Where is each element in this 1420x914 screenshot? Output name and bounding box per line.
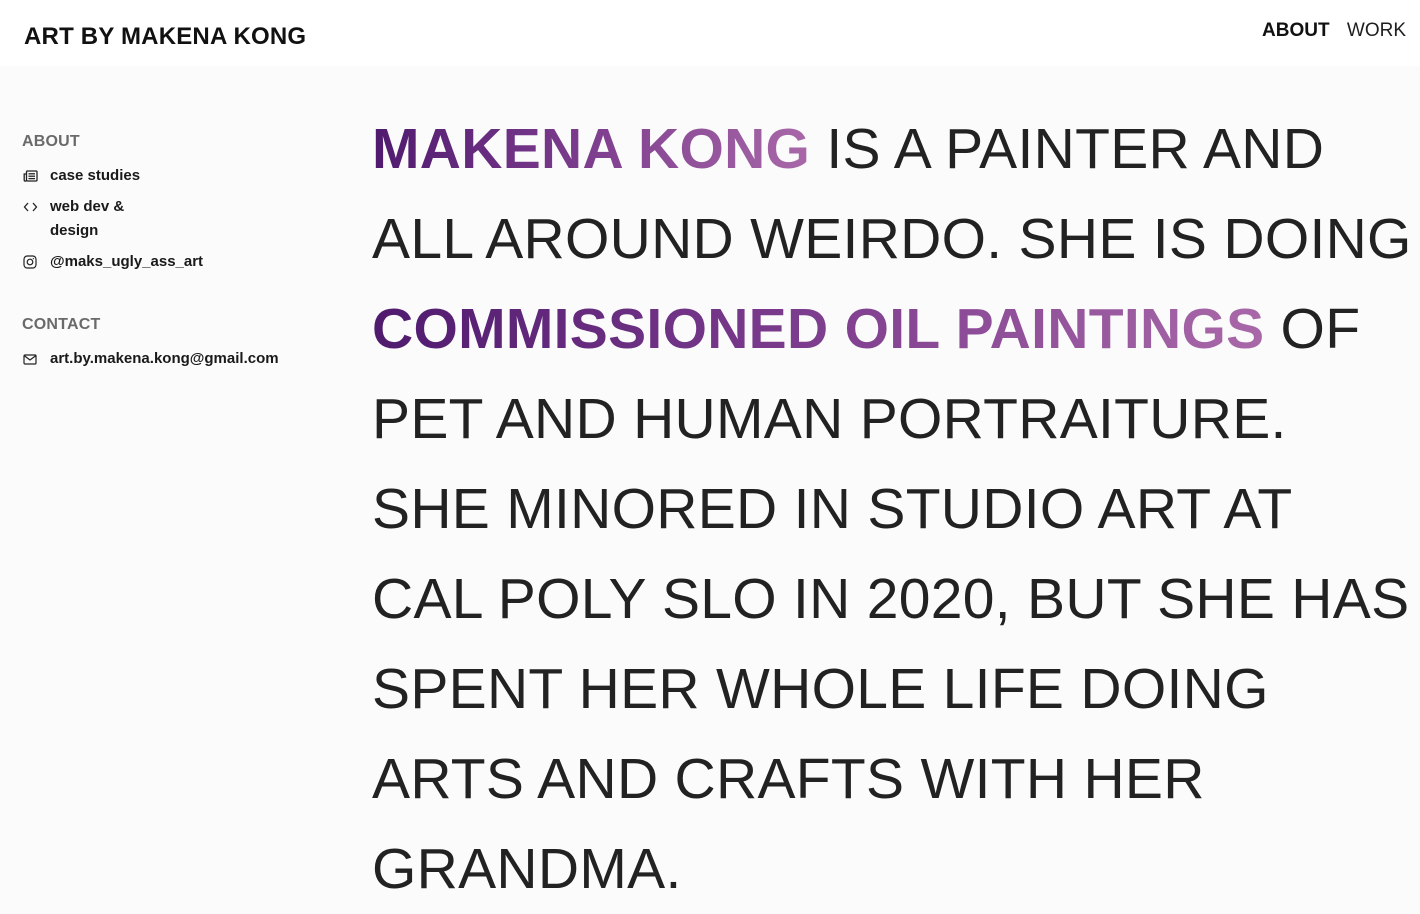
web-dev-design-link[interactable]: web dev & design <box>22 195 322 243</box>
contact-heading: CONTACT <box>22 316 101 333</box>
hero-text-2: OF PET AND HUMAN PORTRAITURE. SHE MINORE… <box>372 297 1410 901</box>
case-studies-label: case studies <box>50 167 141 184</box>
site-header: ART BY MAKENA KONG ABOUT WORK <box>0 0 1420 66</box>
sidebar: ABOUT case studies web dev & design @mak… <box>22 132 322 378</box>
instagram-icon <box>22 250 38 274</box>
main-nav: ABOUT WORK <box>1250 19 1406 43</box>
code-icon <box>22 195 38 219</box>
web-dev-design-label: web dev & design <box>50 198 125 239</box>
hero-statement: MAKENA KONG IS A PAINTER AND ALL AROUND … <box>372 104 1412 914</box>
nav-work-link[interactable]: WORK <box>1347 20 1406 41</box>
about-heading: ABOUT <box>22 133 80 150</box>
instagram-label: @maks_ugly_ass_art <box>50 253 204 270</box>
site-title[interactable]: ART BY MAKENA KONG <box>24 22 306 52</box>
nav-about-link[interactable]: ABOUT <box>1262 20 1330 41</box>
mail-icon <box>22 347 38 371</box>
hero-highlight-work: COMMISSIONED OIL PAINTINGS <box>372 297 1265 361</box>
email-link[interactable]: art.by.makena.kong@gmail.com <box>22 347 322 371</box>
hero-highlight-name: MAKENA KONG <box>372 117 811 181</box>
newspaper-icon <box>22 164 38 188</box>
case-studies-link[interactable]: case studies <box>22 164 322 188</box>
instagram-link[interactable]: @maks_ugly_ass_art <box>22 250 322 274</box>
email-label: art.by.makena.kong@gmail.com <box>50 350 279 367</box>
